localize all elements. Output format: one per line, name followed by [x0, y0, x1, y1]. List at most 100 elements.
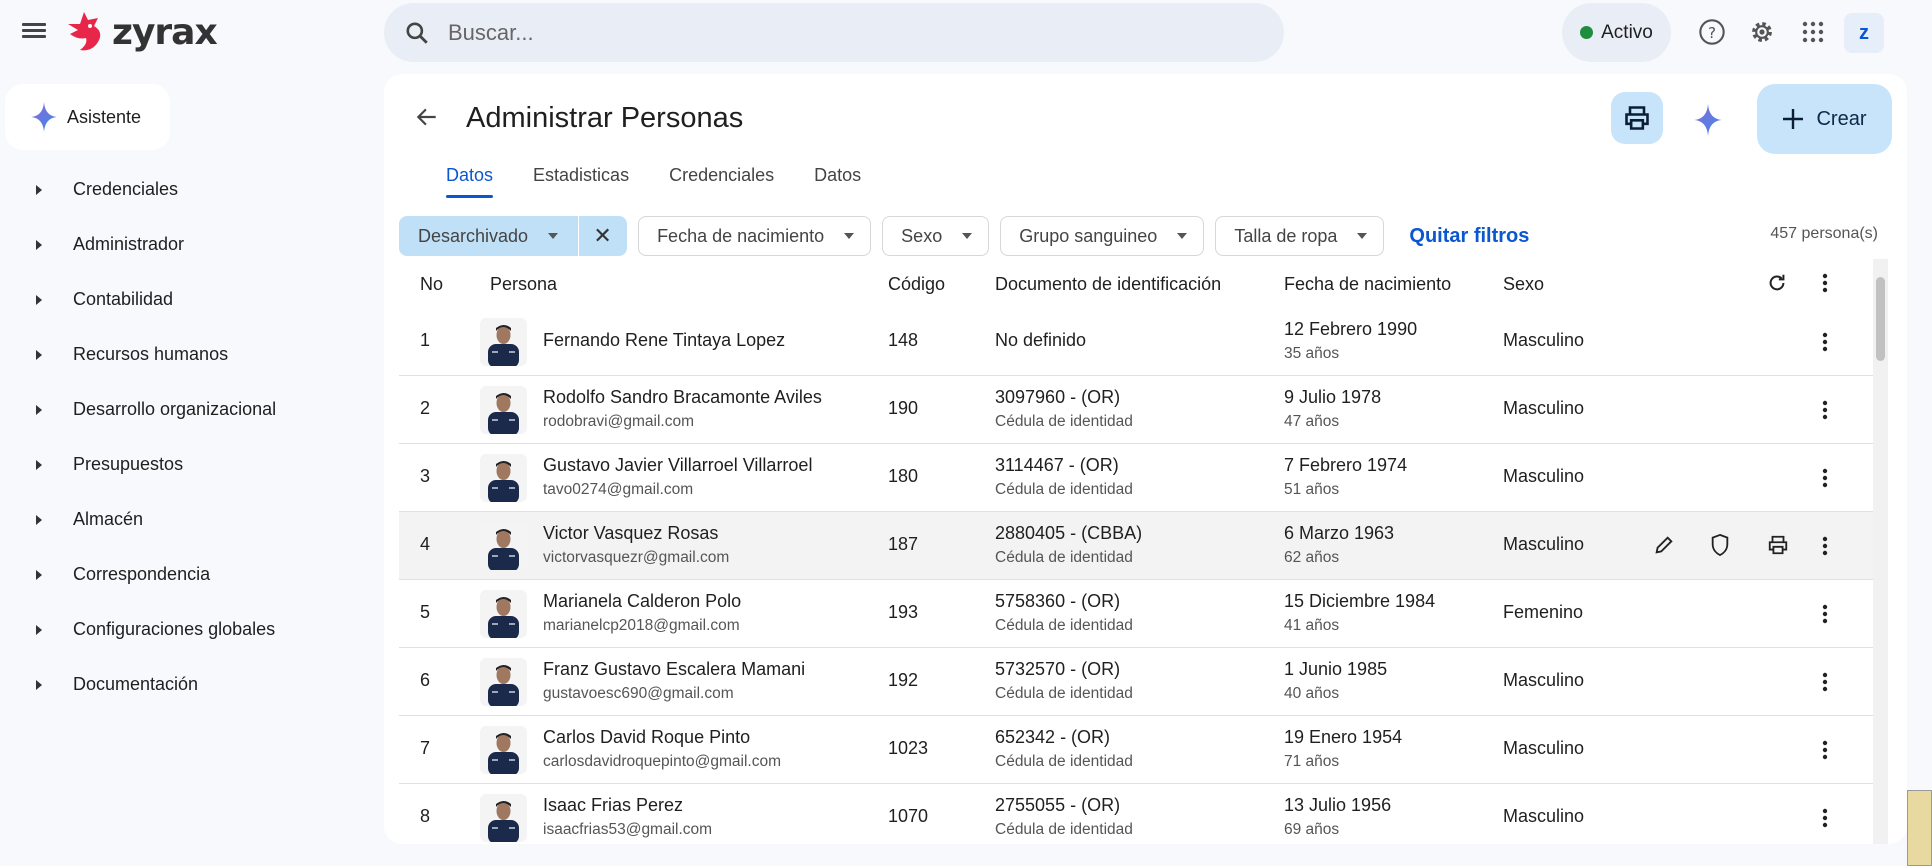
filter-archive[interactable]: Desarchivado ✕: [399, 216, 628, 256]
sparkle-icon: [31, 102, 57, 132]
search-bar[interactable]: [384, 3, 1284, 62]
printer-icon: [1625, 106, 1649, 130]
more-vert-icon: [1822, 468, 1828, 488]
sidebar-item-label: Presupuestos: [73, 454, 184, 474]
ai-assist-button[interactable]: [1694, 104, 1722, 141]
tab-credenciales[interactable]: Credenciales: [655, 162, 788, 198]
row-more-button[interactable]: [1820, 399, 1830, 426]
sidebar-item-7[interactable]: Correspondencia: [0, 547, 370, 602]
status-button[interactable]: Activo: [1562, 3, 1671, 62]
print-row-button[interactable]: [1766, 534, 1790, 561]
scrollbar[interactable]: [1873, 259, 1888, 844]
table-row[interactable]: 1 Fernando Rene Tintaya Lopez 148 No defin…: [399, 308, 1873, 376]
table-more-button[interactable]: [1820, 272, 1830, 299]
filter-bar: Desarchivado ✕ Fecha de nacimiento Sexo G…: [399, 216, 1529, 256]
sidebar-item-4[interactable]: Desarrollo organizacional: [0, 382, 370, 437]
scrollbar-thumb[interactable]: [1876, 277, 1885, 361]
table-row[interactable]: 6 Franz Gustavo Escalera Mamani gustavoes…: [399, 648, 1873, 716]
sex-text: Masculino: [1503, 398, 1585, 418]
table-header: No Persona Código Documento de identific…: [384, 272, 1873, 308]
table-row[interactable]: 4 Victor Vasquez Rosas victorvasquezr@gma…: [399, 512, 1873, 580]
apps-button[interactable]: [1798, 17, 1828, 47]
sidebar-item-9[interactable]: Documentación: [0, 657, 370, 712]
age-text: 40 años: [1284, 685, 1340, 702]
tab-datos[interactable]: Datos: [432, 162, 507, 198]
person-photo: [480, 318, 527, 366]
table-row[interactable]: 8 Isaac Frias Perez isaacfrias53@gmail.co…: [399, 784, 1873, 844]
doc-text: 3114467 - (OR): [995, 455, 1119, 475]
sidebar-item-6[interactable]: Almacén: [0, 492, 370, 547]
table-row[interactable]: 3 Gustavo Javier Villarroel Villarroel ta…: [399, 444, 1873, 512]
tab-datos-2[interactable]: Datos: [800, 162, 875, 198]
logo[interactable]: zyrax: [64, 10, 218, 54]
help-button[interactable]: ?: [1697, 17, 1727, 47]
clear-filters-link[interactable]: Quitar filtros: [1409, 225, 1529, 248]
menu-button[interactable]: [22, 20, 46, 40]
filter-birth[interactable]: Fecha de nacimiento: [638, 216, 872, 256]
create-button[interactable]: Crear: [1757, 84, 1892, 154]
doc_type-text: Cédula de identidad: [995, 685, 1133, 702]
sidebar-item-3[interactable]: Recursos humanos: [0, 327, 370, 382]
birth-text: 7 Febrero 1974: [1284, 455, 1408, 475]
email-text: rodobravi@gmail.com: [543, 413, 694, 430]
dropdown-arrow-icon: [548, 233, 559, 239]
settings-button[interactable]: [1747, 17, 1777, 47]
code-text: 193: [888, 602, 919, 622]
doc_type-text: Cédula de identidad: [995, 821, 1133, 838]
name-text: Isaac Frias Perez: [543, 795, 684, 815]
table-row[interactable]: 2 Rodolfo Sandro Bracamonte Aviles rodobr…: [399, 376, 1873, 444]
tab-estadisticas[interactable]: Estadisticas: [519, 162, 643, 198]
expand-arrow-icon: [36, 459, 42, 470]
table-row[interactable]: 5 Marianela Calderon Polo marianelcp2018@…: [399, 580, 1873, 648]
sidebar-item-8[interactable]: Configuraciones globales: [0, 602, 370, 657]
sidebar-item-0[interactable]: Credenciales: [0, 162, 370, 217]
user-avatar[interactable]: z: [1844, 13, 1884, 53]
refresh-icon: [1769, 274, 1785, 291]
row-more-button[interactable]: [1820, 535, 1830, 562]
row-more-button[interactable]: [1820, 603, 1830, 630]
help-icon: ?: [1699, 19, 1725, 45]
more-vert-icon: [1822, 273, 1828, 293]
row-more-button[interactable]: [1820, 739, 1830, 766]
person-photo: [480, 522, 527, 570]
gear-icon: [1752, 22, 1772, 42]
print-button[interactable]: [1611, 92, 1663, 144]
row-more-button[interactable]: [1820, 331, 1830, 358]
dropdown-arrow-icon: [1357, 233, 1368, 239]
filter-size-label: Talla de ropa: [1234, 225, 1338, 246]
col-person: Persona: [490, 274, 558, 294]
row-number: 8: [420, 806, 431, 826]
birth-text: 19 Enero 1954: [1284, 727, 1403, 747]
dropdown-arrow-icon: [1177, 233, 1188, 239]
result-count: 457 persona(s): [1770, 225, 1878, 242]
row-more-button[interactable]: [1820, 467, 1830, 494]
row-more-button[interactable]: [1820, 671, 1830, 698]
person-photo: [480, 726, 527, 774]
sidebar-item-2[interactable]: Contabilidad: [0, 272, 370, 327]
table-row[interactable]: 7 Carlos David Roque Pinto carlosdavidroq…: [399, 716, 1873, 784]
name-text: Franz Gustavo Escalera Mamani: [543, 659, 806, 679]
row-more-button[interactable]: [1820, 807, 1830, 834]
sidebar-item-label: Recursos humanos: [73, 344, 229, 364]
sidebar-item-1[interactable]: Administrador: [0, 217, 370, 272]
refresh-button[interactable]: [1766, 272, 1788, 299]
doc-text: 2755055 - (OR): [995, 795, 1121, 815]
more-vert-icon: [1822, 808, 1828, 828]
clear-filter-icon[interactable]: ✕: [578, 216, 626, 256]
sidebar-item-5[interactable]: Presupuestos: [0, 437, 370, 492]
search-input[interactable]: [448, 19, 1148, 46]
expand-arrow-icon: [36, 514, 42, 525]
dropdown-arrow-icon: [844, 233, 855, 239]
back-button[interactable]: [414, 104, 440, 135]
code-text: 1070: [888, 806, 929, 826]
permissions-button[interactable]: [1709, 533, 1731, 562]
age-text: 47 años: [1284, 413, 1340, 430]
row-number: 3: [420, 466, 431, 486]
filter-size[interactable]: Talla de ropa: [1215, 216, 1385, 256]
filter-sex[interactable]: Sexo: [882, 216, 990, 256]
sidebar-item-label: Configuraciones globales: [73, 619, 276, 639]
sidebar-nav: Credenciales Administrador Contabilidad Rec…: [0, 162, 370, 712]
assistant-button[interactable]: Asistente: [5, 84, 170, 150]
edit-button[interactable]: [1653, 534, 1675, 561]
filter-blood[interactable]: Grupo sanguineo: [1000, 216, 1205, 256]
